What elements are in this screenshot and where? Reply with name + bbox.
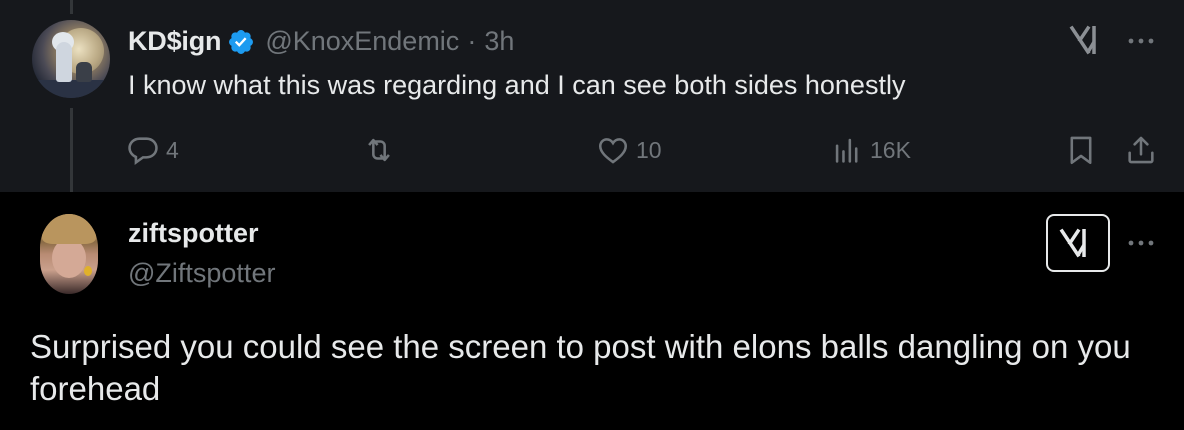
verified-badge-icon bbox=[229, 29, 254, 54]
views-count: 16K bbox=[870, 136, 911, 163]
grok-icon bbox=[1059, 228, 1086, 258]
author-handle[interactable]: @Ziftspotter bbox=[128, 258, 275, 289]
reply-icon bbox=[128, 137, 158, 165]
author-name[interactable]: ziftspotter bbox=[128, 218, 259, 249]
more-icon[interactable] bbox=[1124, 226, 1158, 260]
views-button[interactable]: 16K bbox=[830, 128, 911, 172]
reply-button[interactable]: 4 bbox=[126, 128, 179, 172]
avatar[interactable] bbox=[32, 20, 110, 98]
like-icon bbox=[598, 138, 628, 164]
reply-count: 4 bbox=[166, 136, 179, 163]
tweet-text: Surprised you could see the screen to po… bbox=[30, 328, 1131, 407]
share-button[interactable] bbox=[1124, 128, 1158, 172]
bookmark-icon bbox=[1070, 136, 1092, 165]
author-row: KD$ign @KnoxEndemic · 3h bbox=[128, 26, 514, 57]
retweet-button[interactable] bbox=[362, 128, 396, 172]
retweet-icon bbox=[368, 138, 390, 162]
views-icon bbox=[835, 138, 858, 163]
bookmark-button[interactable] bbox=[1064, 128, 1098, 172]
like-count: 10 bbox=[636, 136, 662, 163]
action-bar: 4 10 16K bbox=[0, 128, 1184, 172]
parent-tweet[interactable]: KD$ign @KnoxEndemic · 3h I know what thi… bbox=[0, 0, 1184, 192]
share-icon bbox=[1128, 136, 1154, 164]
separator: · bbox=[467, 26, 477, 56]
tweet-text: I know what this was regarding and I can… bbox=[128, 70, 906, 100]
grok-icon[interactable] bbox=[1068, 24, 1108, 56]
author-handle[interactable]: @KnoxEndemic bbox=[265, 26, 459, 57]
timestamp[interactable]: 3h bbox=[484, 26, 514, 57]
author-name[interactable]: KD$ign bbox=[128, 26, 222, 57]
more-icon[interactable] bbox=[1124, 24, 1158, 58]
grok-button[interactable] bbox=[1046, 214, 1110, 272]
like-button[interactable]: 10 bbox=[596, 128, 662, 172]
thread-line bbox=[70, 0, 73, 14]
avatar[interactable] bbox=[40, 214, 98, 294]
